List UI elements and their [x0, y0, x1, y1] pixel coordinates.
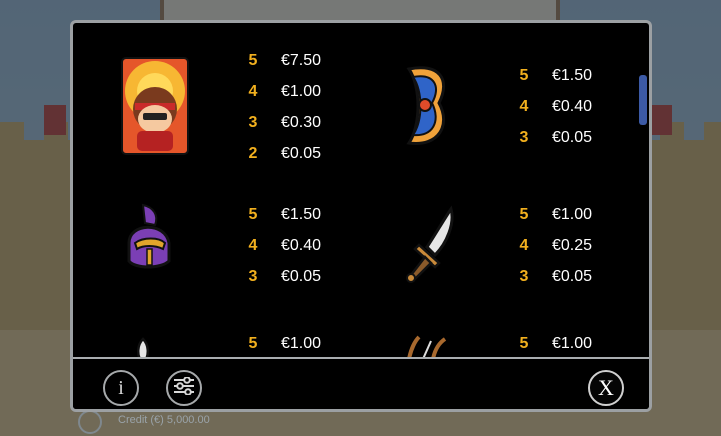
- close-button[interactable]: X: [588, 370, 624, 406]
- bet-minus-button: [78, 410, 102, 434]
- pay-value: €1.50: [552, 67, 593, 84]
- panel-bottom-bar: [73, 359, 649, 409]
- pay-value: €0.05: [552, 268, 593, 285]
- pay-count: 3: [519, 268, 529, 285]
- shield-symbol-icon: [399, 65, 449, 152]
- pay-count: 5: [519, 206, 529, 223]
- settings-button[interactable]: [166, 370, 202, 406]
- pay-value: €0.25: [552, 237, 593, 254]
- pay-count: 4: [248, 237, 258, 254]
- dagger-symbol-icon: [131, 337, 155, 357]
- pay-value: €1.50: [281, 206, 322, 223]
- warrior-card-symbol-icon: [121, 57, 189, 160]
- pay-count: 5: [248, 52, 258, 69]
- pay-value: €0.40: [552, 98, 593, 115]
- pay-count: 5: [248, 335, 258, 352]
- helmet-symbol-icon: [125, 203, 173, 278]
- pay-value: €0.05: [281, 268, 322, 285]
- pay-count: 3: [519, 129, 529, 146]
- paytable-panel: 5 €7.50 4 €1.00 3 €0.30 2 €0.05 5 €1.50: [70, 20, 652, 412]
- pay-count: 3: [248, 268, 258, 285]
- pay-value: €1.00: [552, 206, 593, 223]
- pay-count: 5: [248, 206, 258, 223]
- bow-symbol-icon: [403, 335, 451, 357]
- sliders-icon: [173, 375, 195, 400]
- pay-count: 4: [248, 83, 258, 100]
- pay-value: €0.30: [281, 114, 322, 131]
- pay-count: 3: [248, 114, 258, 131]
- pay-count: 2: [248, 145, 258, 162]
- info-icon: i: [118, 376, 124, 399]
- sword-symbol-icon: [403, 205, 459, 290]
- pay-value: €1.00: [281, 335, 322, 352]
- pay-count: 5: [519, 67, 529, 84]
- paytable-scroll-area[interactable]: 5 €7.50 4 €1.00 3 €0.30 2 €0.05 5 €1.50: [73, 23, 649, 357]
- pay-value: €0.05: [281, 145, 322, 162]
- pay-value: €0.40: [281, 237, 322, 254]
- pay-count: 4: [519, 98, 529, 115]
- pay-value: €1.00: [281, 83, 322, 100]
- close-icon: X: [598, 375, 614, 400]
- pay-count: 4: [519, 237, 529, 254]
- pay-count: 5: [519, 335, 529, 352]
- paytable-scrollbar-thumb[interactable]: [639, 75, 647, 125]
- pay-value: €1.00: [552, 335, 593, 352]
- pay-value: €7.50: [281, 52, 322, 69]
- info-button[interactable]: i: [103, 370, 139, 406]
- credit-display: Credit (€) 5,000.00: [118, 414, 210, 426]
- pay-value: €0.05: [552, 129, 593, 146]
